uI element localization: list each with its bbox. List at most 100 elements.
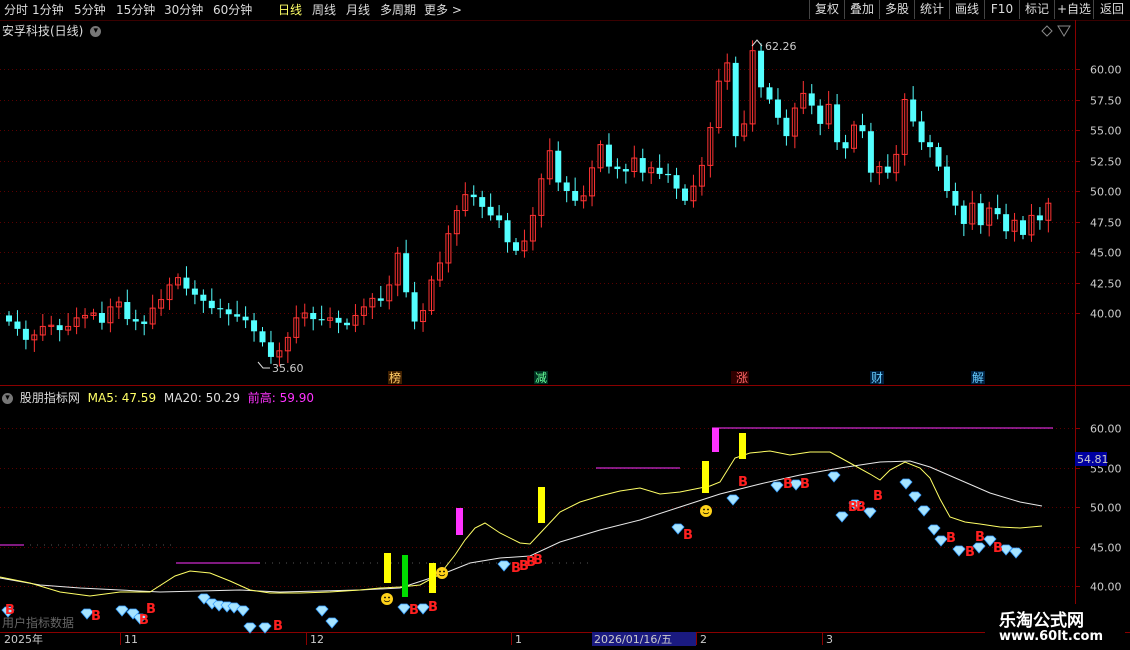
candle-body-down (318, 319, 325, 321)
low-price-label: 35.60 (272, 362, 304, 375)
candle-body-down (513, 242, 519, 251)
indicator-panel-title: ▾ 股朋指标网 MA5: 47.59 MA20: 50.29 前高: 59.90 (2, 389, 314, 406)
smiley-icon (381, 593, 393, 605)
candle-body-down (344, 322, 350, 326)
signal-bar (702, 461, 709, 493)
candle-body-down (918, 121, 925, 143)
buy-marker: B (873, 489, 883, 504)
main-price-axis: 60.00 57.50 55.00 52.50 50.00 47.50 45.00 42.50… (1075, 64, 1122, 321)
event-tag-finance: 财 (871, 371, 883, 385)
diamond-gem-icon (726, 494, 740, 506)
candle-body-down (141, 321, 148, 324)
signal-bar (402, 555, 408, 597)
signal-bar (384, 553, 391, 583)
watermark-url: www.60lt.com (999, 629, 1104, 644)
candle-body-down (572, 191, 579, 201)
high-price-label: 62.26 (765, 40, 797, 53)
date-label-feb: 2 (700, 633, 707, 646)
chevron-down-icon[interactable] (1057, 25, 1071, 37)
candle-body-down (1036, 215, 1043, 221)
main-tick-label: 47.50 (1090, 217, 1122, 230)
event-tag-rank: 榜 (389, 370, 401, 385)
faint-watermark: 用户指标数据 (2, 616, 75, 630)
candle-body-down (200, 294, 207, 301)
candle-body-down (6, 315, 12, 322)
ma5-value: MA5: 47.59 (87, 391, 157, 405)
indicator-price-axis: 60.0055.0050.0045.0040.00 (1075, 423, 1122, 594)
candle-body-down (927, 142, 934, 148)
candle-body-down (22, 328, 29, 340)
ma5-line (0, 450, 1043, 597)
candle-body-down (1003, 214, 1010, 232)
smiley-icon (436, 567, 448, 579)
diamond-icon[interactable] (1041, 25, 1053, 37)
signal-bar (429, 563, 436, 593)
chevron-down-icon[interactable]: ▾ (90, 26, 102, 37)
stock-chart[interactable]: 60.00 57.50 55.00 52.50 50.00 47.50 45.00 42.50… (0, 0, 1130, 650)
candle-body-down (310, 313, 317, 320)
diamond-gem-icon (770, 481, 784, 493)
signal-markers: B B BBBB BBBBBBB B BBBBBBBB (1, 428, 1023, 634)
current-value-label: 54.81 (1077, 453, 1109, 466)
candle-body-down (994, 208, 1001, 215)
diamond-gem-icon (827, 471, 841, 483)
candle-body-down (191, 288, 198, 295)
buy-marker: B (91, 609, 101, 624)
candle-body-down (56, 325, 63, 331)
candle-body-down (673, 175, 680, 189)
candle-body-down (774, 99, 781, 118)
indicator-name: 股朋指标网 (19, 391, 80, 405)
candle-body-down (411, 292, 418, 322)
candle-body-down (403, 253, 410, 293)
candle-body-down (267, 342, 274, 357)
main-tick-label: 45.00 (1090, 247, 1122, 260)
candle-body-down (14, 321, 21, 329)
candle-body-down (977, 203, 984, 226)
date-label-2025: 2025年 (4, 632, 43, 646)
event-tag-rise: 涨 (736, 370, 748, 385)
cursor-date-label: 2026/01/16/五 (594, 633, 672, 646)
candlestick-series (6, 40, 1052, 367)
candle-body-down (884, 166, 891, 173)
diamond-gem-icon (258, 622, 272, 634)
smiley-icon (700, 505, 712, 517)
diamond-gem-icon (115, 605, 129, 617)
diamond-gem-icon (927, 524, 941, 536)
candle-body-down (1020, 220, 1026, 235)
buy-marker: B (409, 603, 419, 618)
candle-body-down (614, 166, 621, 170)
diamond-gem-icon (236, 605, 250, 617)
candle-body-down (859, 125, 866, 132)
diamond-gem-icon (243, 622, 257, 634)
main-tick-label: 50.00 (1090, 186, 1122, 199)
candle-body-down (504, 220, 511, 243)
candle-body-down (377, 298, 384, 301)
candle-body-down (639, 158, 646, 173)
candle-body-down (656, 167, 663, 174)
signal-bar (712, 428, 719, 452)
buy-marker: B (738, 475, 748, 490)
ma20-value: MA20: 50.29 (163, 391, 240, 405)
site-watermark: 乐淘公式网 www.60lt.com (985, 604, 1125, 648)
watermark-title: 乐淘公式网 (999, 611, 1084, 631)
candle-body-down (234, 314, 241, 317)
candle-body-down (960, 205, 967, 224)
diamond-gem-icon (1009, 547, 1023, 559)
diamond-gem-icon (315, 605, 329, 617)
indicator-tick-label: 45.00 (1090, 542, 1122, 555)
current-value-box: 54.81 (1075, 452, 1109, 466)
candle-body-down (935, 147, 942, 167)
main-tick-label: 60.00 (1090, 64, 1122, 77)
stock-title: 安孚科技(日线) (2, 24, 84, 38)
diamond-gem-icon (952, 545, 966, 557)
candle-body-down (682, 188, 688, 201)
main-tick-label: 42.50 (1090, 278, 1122, 291)
candle-body-down (834, 104, 841, 143)
diamond-gem-icon (908, 491, 922, 503)
diamond-gem-icon (835, 511, 849, 523)
chevron-down-icon[interactable]: ▾ (2, 393, 13, 404)
main-panel-title: 安孚科技(日线) ▾ (2, 22, 102, 39)
main-tick-label: 55.00 (1090, 125, 1122, 138)
buy-marker: B (975, 530, 985, 545)
candle-body-down (242, 316, 249, 321)
